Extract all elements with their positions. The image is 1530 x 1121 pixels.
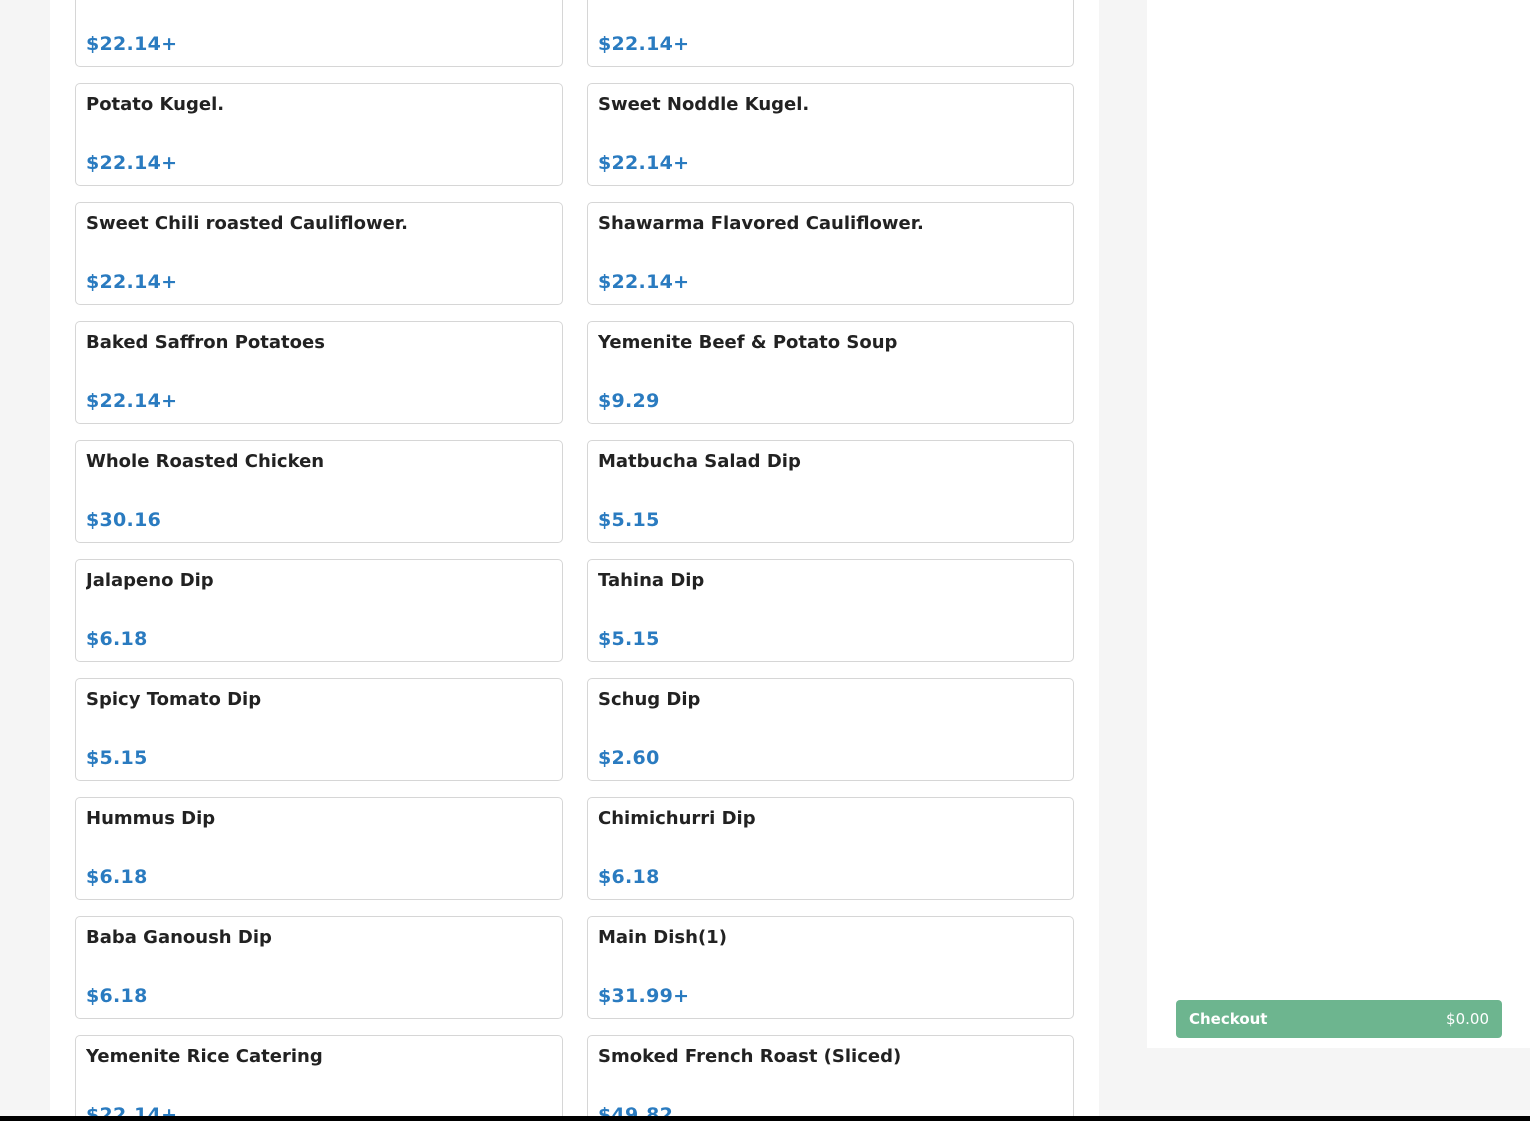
menu-item-card[interactable]: Yemenite Rice Catering $22.14+ [75,1035,563,1121]
menu-item-card[interactable]: $22.14+ [75,0,563,67]
checkout-total: $0.00 [1446,1010,1489,1028]
bottom-edge-bar [0,1116,1530,1121]
menu-item-name: Chimichurri Dip [598,808,756,829]
menu-item-name: Potato Kugel. [86,94,225,115]
menu-item-card[interactable]: Baked Saffron Potatoes $22.14+ [75,321,563,424]
menu-item-price: $22.14+ [598,271,690,293]
menu-item-price: $6.18 [598,866,660,888]
menu-item-card[interactable]: Schug Dip $2.60 [587,678,1074,781]
left-gutter [0,0,50,1121]
menu-item-name: Hummus Dip [86,808,216,829]
menu-item-card[interactable]: Tahina Dip $5.15 [587,559,1074,662]
menu-item-price: $30.16 [86,509,162,531]
menu-item-name: Spicy Tomato Dip [86,689,262,710]
menu-item-price: $22.14+ [86,390,178,412]
menu-item-name: Main Dish(1) [598,927,727,948]
menu-item-name: Whole Roasted Chicken [86,451,325,472]
menu-item-card[interactable]: Sweet Chili roasted Cauliflower. $22.14+ [75,202,563,305]
menu-item-price: $5.15 [598,628,660,650]
menu-item-name: Tahina Dip [598,570,705,591]
menu-item-card[interactable]: Yemenite Beef & Potato Soup $9.29 [587,321,1074,424]
menu-item-name: Jalapeno Dip [86,570,214,591]
cart-panel: Checkout $0.00 [1147,0,1530,1048]
checkout-button[interactable]: Checkout $0.00 [1176,1000,1502,1038]
menu-item-card[interactable]: Hummus Dip $6.18 [75,797,563,900]
checkout-label: Checkout [1189,1010,1268,1028]
menu-item-price: $22.14+ [86,271,178,293]
menu-item-price: $31.99+ [598,985,690,1007]
menu-item-name: Smoked French Roast (Sliced) [598,1046,902,1067]
menu-item-name: Shawarma Flavored Cauliflower. [598,213,924,234]
menu-item-name: Sweet Noddle Kugel. [598,94,810,115]
menu-item-name: Matbucha Salad Dip [598,451,801,472]
menu-panel: $22.14+ $22.14+ Potato Kugel. $22.14+ Sweet … [50,0,1099,1121]
menu-item-card[interactable]: Baba Ganoush Dip $6.18 [75,916,563,1019]
menu-item-price: $9.29 [598,390,660,412]
menu-item-card[interactable]: Spicy Tomato Dip $5.15 [75,678,563,781]
menu-item-price: $5.15 [598,509,660,531]
panel-gap [1099,0,1147,1121]
menu-item-card[interactable]: Main Dish(1) $31.99+ [587,916,1074,1019]
menu-item-card[interactable]: Sweet Noddle Kugel. $22.14+ [587,83,1074,186]
menu-item-price: $6.18 [86,628,148,650]
menu-item-card[interactable]: Chimichurri Dip $6.18 [587,797,1074,900]
menu-item-name: Yemenite Beef & Potato Soup [598,332,898,353]
menu-item-card[interactable]: Jalapeno Dip $6.18 [75,559,563,662]
menu-item-price: $6.18 [86,985,148,1007]
menu-item-card[interactable]: $22.14+ [587,0,1074,67]
menu-item-card[interactable]: Smoked French Roast (Sliced) $49.82 [587,1035,1074,1121]
menu-item-name: Baba Ganoush Dip [86,927,272,948]
menu-item-name: Sweet Chili roasted Cauliflower. [86,213,408,234]
menu-item-price: $22.14+ [86,152,178,174]
page: $22.14+ $22.14+ Potato Kugel. $22.14+ Sweet … [0,0,1530,1121]
menu-item-price: $6.18 [86,866,148,888]
menu-item-name: Schug Dip [598,689,701,710]
menu-item-name: Yemenite Rice Catering [86,1046,323,1067]
menu-item-price: $22.14+ [598,152,690,174]
menu-item-card[interactable]: Whole Roasted Chicken $30.16 [75,440,563,543]
menu-item-price: $5.15 [86,747,148,769]
menu-item-price: $2.60 [598,747,660,769]
menu-item-price: $22.14+ [86,33,178,55]
menu-item-card[interactable]: Potato Kugel. $22.14+ [75,83,563,186]
menu-item-card[interactable]: Shawarma Flavored Cauliflower. $22.14+ [587,202,1074,305]
menu-item-card[interactable]: Matbucha Salad Dip $5.15 [587,440,1074,543]
menu-item-price: $22.14+ [598,33,690,55]
menu-grid: $22.14+ $22.14+ Potato Kugel. $22.14+ Sweet … [75,0,1074,1121]
menu-item-name: Baked Saffron Potatoes [86,332,325,353]
